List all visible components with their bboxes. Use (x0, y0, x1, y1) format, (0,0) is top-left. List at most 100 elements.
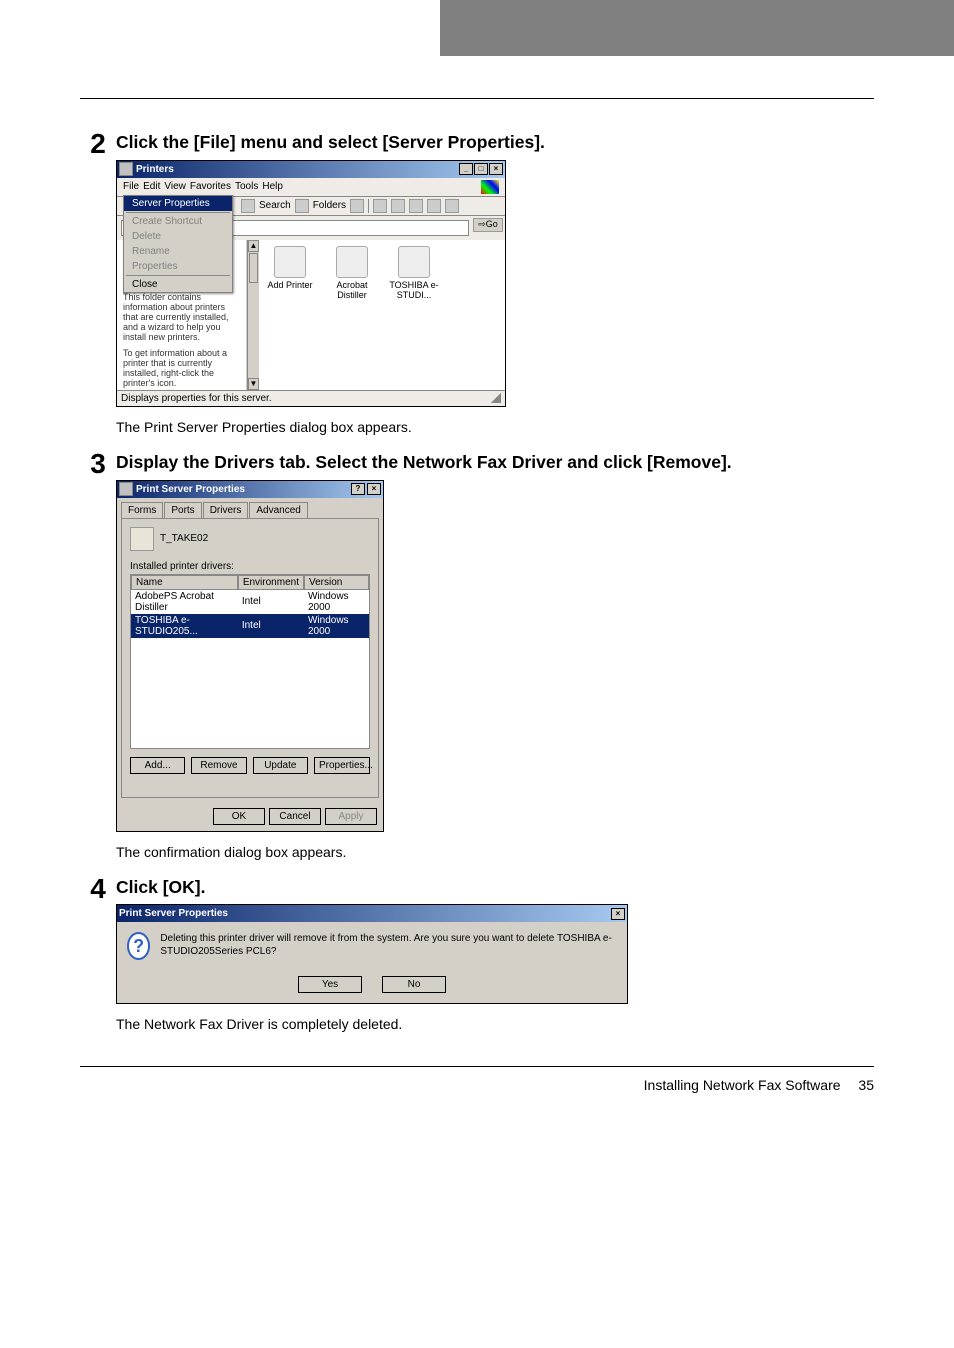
dialog-titlebar: Print Server Properties ? × (117, 481, 383, 498)
menu-item-close[interactable]: Close (124, 277, 232, 292)
dialog-titlebar: Print Server Properties × (117, 905, 627, 922)
step-3: 3 Display the Drivers tab. Select the Ne… (80, 449, 874, 864)
server-icon (130, 527, 154, 551)
scroll-thumb[interactable] (249, 253, 258, 283)
menu-item-delete[interactable]: Delete (124, 229, 232, 244)
step-number: 2 (80, 129, 116, 158)
info-text-2: To get information about a printer that … (123, 348, 240, 388)
apply-button[interactable]: Apply (325, 808, 377, 825)
windows-flag-icon (481, 180, 499, 194)
window-titlebar: Printers _ □ × (117, 161, 505, 178)
menu-favorites[interactable]: Favorites (190, 181, 231, 192)
col-environment[interactable]: Environment (238, 575, 304, 590)
menu-edit[interactable]: Edit (143, 181, 160, 192)
print-server-properties-dialog: Print Server Properties ? × Forms Ports … (116, 480, 384, 832)
scroll-up-icon[interactable]: ▲ (248, 240, 259, 252)
scroll-down-icon[interactable]: ▼ (248, 378, 259, 390)
tab-advanced[interactable]: Advanced (249, 502, 307, 518)
menu-item-server-properties[interactable]: Server Properties (124, 196, 232, 211)
printers-list: Add Printer Acrobat Distiller TOSHIBA e-… (259, 240, 505, 390)
close-button[interactable]: × (611, 908, 625, 920)
step-4: 4 Click [OK]. Print Server Properties × … (80, 874, 874, 1037)
header-gray-block (440, 0, 954, 56)
scrollbar[interactable]: ▲ ▼ (247, 240, 259, 390)
search-label: Search (259, 200, 291, 211)
server-name: T_TAKE02 (160, 533, 208, 544)
step-number: 4 (80, 874, 116, 903)
undo-icon[interactable] (427, 199, 441, 213)
tab-ports[interactable]: Ports (164, 502, 201, 518)
printers-icon (119, 162, 133, 176)
tab-body-drivers: T_TAKE02 Installed printer drivers: Name… (121, 518, 379, 798)
toshiba-printer-item[interactable]: TOSHIBA e-STUDI... (389, 246, 439, 300)
dialog-button-row: OK Cancel Apply (117, 802, 383, 831)
minimize-button[interactable]: _ (459, 163, 473, 175)
tab-forms[interactable]: Forms (121, 502, 163, 518)
step-desc: The Print Server Properties dialog box a… (116, 419, 874, 435)
menu-tools[interactable]: Tools (235, 181, 258, 192)
page-number: 35 (858, 1077, 874, 1093)
acrobat-distiller-item[interactable]: Acrobat Distiller (327, 246, 377, 300)
printer-icon (336, 246, 368, 278)
no-button[interactable]: No (382, 976, 446, 993)
menu-file[interactable]: File (123, 181, 139, 192)
update-button[interactable]: Update (253, 757, 308, 774)
step-title: Click [OK]. (116, 876, 874, 899)
dialog-title: Print Server Properties (136, 484, 245, 495)
resize-grip-icon[interactable] (491, 393, 501, 403)
folders-icon[interactable] (295, 199, 309, 213)
add-button[interactable]: Add... (130, 757, 185, 774)
add-printer-icon (274, 246, 306, 278)
copy-icon[interactable] (391, 199, 405, 213)
yes-button[interactable]: Yes (298, 976, 362, 993)
confirmation-dialog: Print Server Properties × ? Deleting thi… (116, 904, 628, 1004)
printer-icon (398, 246, 430, 278)
add-printer-item[interactable]: Add Printer (265, 246, 315, 290)
info-text-1: This folder contains information about p… (123, 292, 240, 342)
menu-item-create-shortcut[interactable]: Create Shortcut (124, 214, 232, 229)
menu-bar: File Edit View Favorites Tools Help (117, 178, 505, 196)
printers-window: Printers _ □ × File Edit View Favorites … (116, 160, 506, 407)
maximize-button[interactable]: □ (474, 163, 488, 175)
cancel-button[interactable]: Cancel (269, 808, 321, 825)
col-name[interactable]: Name (131, 575, 238, 590)
confirmation-message: Deleting this printer driver will remove… (160, 932, 617, 958)
page-footer: Installing Network Fax Software 35 (80, 1066, 874, 1123)
search-icon[interactable] (241, 199, 255, 213)
step-desc: The Network Fax Driver is completely del… (116, 1016, 874, 1032)
tab-drivers[interactable]: Drivers (203, 502, 249, 518)
step-number: 3 (80, 449, 116, 478)
history-icon[interactable] (350, 199, 364, 213)
delete-icon[interactable] (409, 199, 423, 213)
drivers-list-label: Installed printer drivers: (130, 561, 370, 572)
properties-button[interactable]: Properties... (314, 757, 370, 774)
col-version[interactable]: Version (304, 575, 369, 590)
close-button[interactable]: × (367, 483, 381, 495)
step-title: Display the Drivers tab. Select the Netw… (116, 451, 874, 474)
close-button[interactable]: × (489, 163, 503, 175)
dialog-icon (119, 482, 133, 496)
menu-item-rename[interactable]: Rename (124, 244, 232, 259)
step-desc: The confirmation dialog box appears. (116, 844, 874, 860)
help-button[interactable]: ? (351, 483, 365, 495)
remove-button[interactable]: Remove (191, 757, 246, 774)
menu-item-properties[interactable]: Properties (124, 259, 232, 274)
tab-bar: Forms Ports Drivers Advanced (121, 502, 379, 518)
views-icon[interactable] (445, 199, 459, 213)
footer-text: Installing Network Fax Software (644, 1077, 841, 1093)
go-button[interactable]: ⇨Go (473, 218, 503, 232)
file-menu-dropdown: Server Properties Create Shortcut Delete… (123, 195, 233, 293)
ok-button[interactable]: OK (213, 808, 265, 825)
table-row[interactable]: AdobePS Acrobat Distiller Intel Windows … (131, 590, 369, 614)
menu-view[interactable]: View (164, 181, 186, 192)
window-title: Printers (136, 164, 174, 175)
table-row[interactable]: TOSHIBA e-STUDIO205... Intel Windows 200… (131, 614, 369, 638)
step-title: Click the [File] menu and select [Server… (116, 131, 874, 154)
question-icon: ? (127, 932, 150, 960)
status-bar: Displays properties for this server. (117, 390, 505, 406)
page-content: 2 Click the [File] menu and select [Serv… (0, 99, 954, 1066)
dialog-title: Print Server Properties (119, 908, 228, 919)
move-icon[interactable] (373, 199, 387, 213)
drivers-table: Name Environment Version AdobePS Acrobat… (130, 574, 370, 749)
menu-help[interactable]: Help (262, 181, 283, 192)
